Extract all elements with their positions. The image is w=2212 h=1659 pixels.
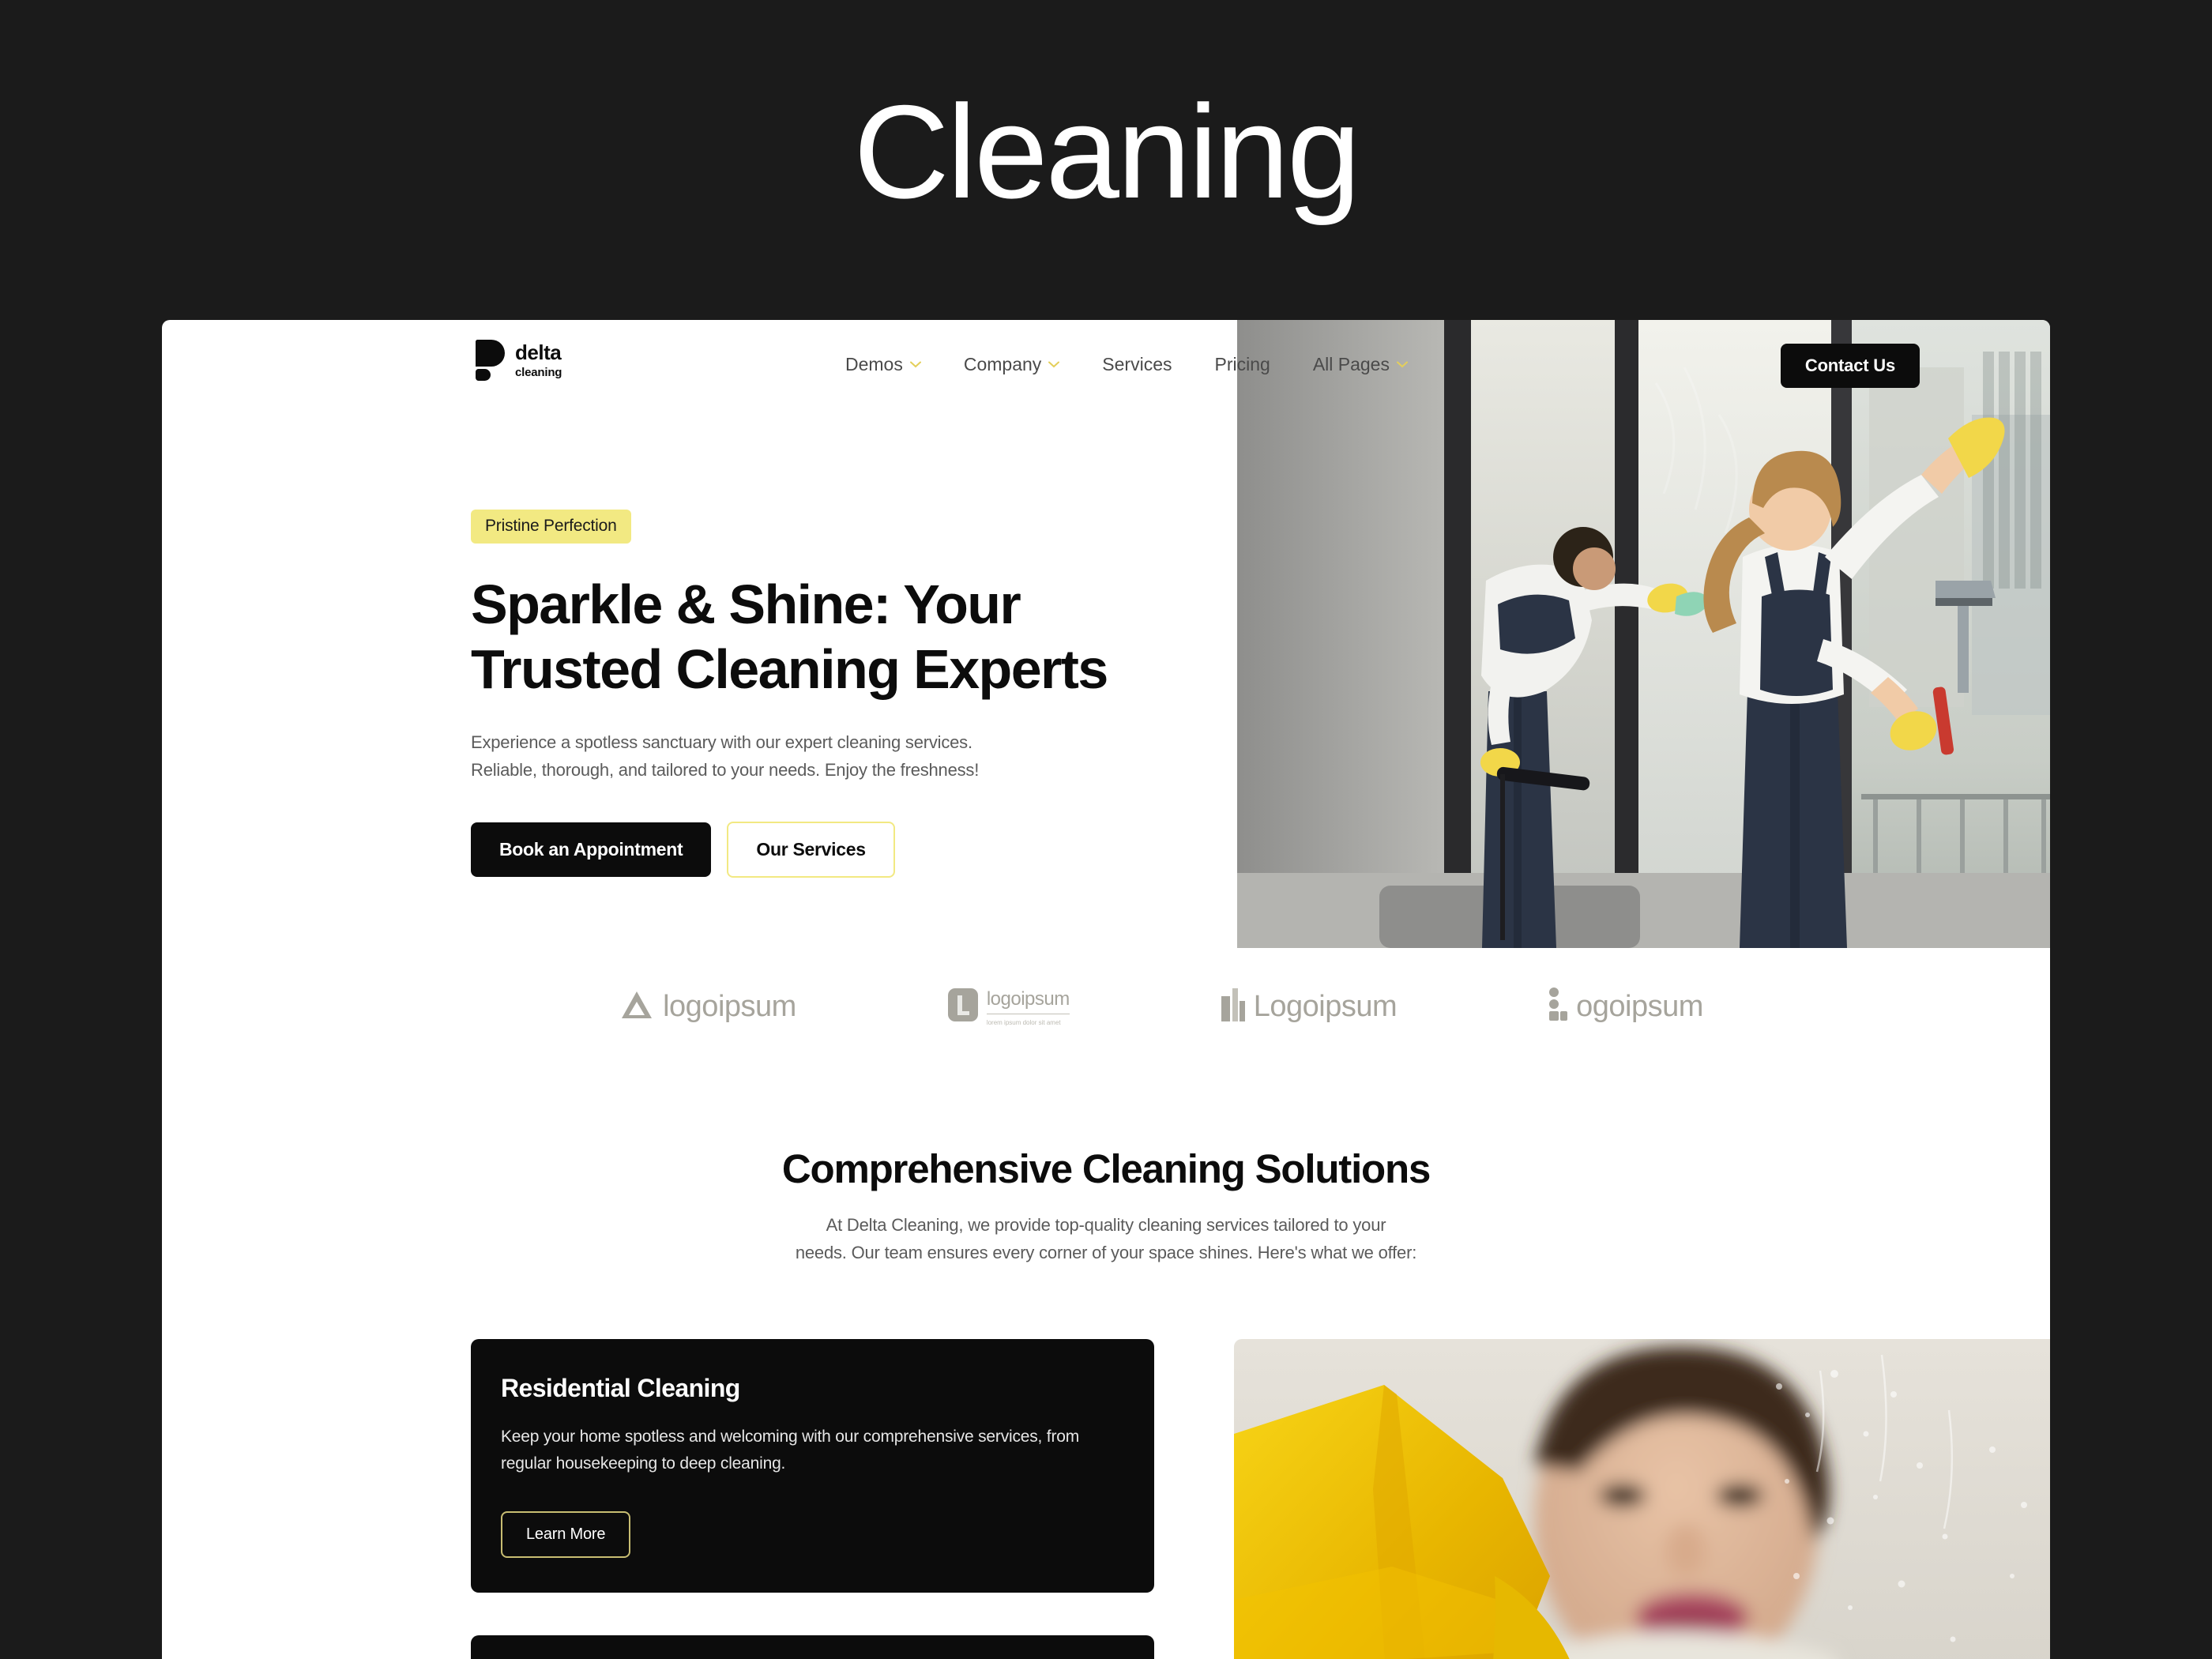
book-appointment-button[interactable]: Book an Appointment	[471, 822, 712, 878]
hero-heading-line-2: Trusted Cleaning Experts	[471, 638, 1108, 700]
screenshot-canvas: Cleaning delta cleaning Demos Company Se…	[0, 0, 2212, 1659]
service-card-residential[interactable]: Residential Cleaning Keep your home spot…	[471, 1339, 1154, 1593]
hero-heading-line-1: Sparkle & Shine: Your	[471, 574, 1021, 635]
service-card-text: Keep your home spotless and welcoming wi…	[501, 1428, 1080, 1473]
brand-name: delta	[515, 340, 562, 364]
nav-item-services[interactable]: Services	[1081, 354, 1193, 375]
hero-actions: Book an Appointment Our Services	[471, 822, 1182, 878]
page-title: Cleaning	[853, 77, 1360, 226]
services-section-title: Comprehensive Cleaning Solutions	[781, 1146, 1431, 1191]
chevron-down-icon	[909, 361, 921, 368]
chevron-down-icon	[1396, 361, 1408, 368]
client-logo-sublabel: lorem ipsum dolor sit amet	[986, 1018, 1061, 1026]
services-section-subtitle: At Delta Cleaning, we provide top-qualit…	[162, 1211, 2050, 1266]
learn-more-button[interactable]: Learn More	[501, 1511, 631, 1559]
client-logo-strip: logoipsum logoipsum lorem ipsum dolor si…	[162, 988, 2050, 1026]
hero-heading: Sparkle & Shine: Your Trusted Cleaning E…	[471, 573, 1182, 702]
client-logo-label: logoipsum	[663, 990, 796, 1023]
client-logo-1: logoipsum	[619, 989, 796, 1025]
nav-item-label: All Pages	[1312, 354, 1390, 374]
hero-paragraph: Experience a spotless sanctuary with our…	[471, 732, 980, 780]
nav-item-demos[interactable]: Demos	[824, 354, 942, 375]
client-logo-3: Logoipsum	[1221, 988, 1398, 1025]
contact-us-button[interactable]: Contact Us	[1780, 344, 1920, 388]
bar-chart-icon	[1221, 988, 1245, 1025]
site-header: delta cleaning Demos Company Services Pr…	[162, 320, 2050, 399]
hero-badge: Pristine Perfection	[471, 510, 631, 544]
services-subtitle-line-2: needs. Our team ensures every corner of …	[795, 1243, 1417, 1263]
nav-item-label: Pricing	[1214, 354, 1270, 374]
service-card-next[interactable]	[471, 1635, 1154, 1659]
brand-tagline: cleaning	[515, 366, 562, 379]
client-logo-label: Logoipsum	[1253, 990, 1398, 1023]
rounded-square-l-icon	[947, 988, 978, 1025]
main-navigation: Demos Company Services Pricing All Pages	[824, 354, 1429, 375]
hero-image	[1237, 320, 2050, 948]
nav-item-label: Services	[1102, 354, 1172, 374]
chevron-down-icon	[1048, 361, 1060, 368]
nav-item-company[interactable]: Company	[942, 354, 1081, 375]
nav-item-label: Demos	[845, 354, 903, 374]
delta-blob-logo-icon	[471, 340, 505, 381]
client-logo-label: logoipsum	[986, 988, 1070, 1010]
brand-logo[interactable]: delta cleaning	[471, 340, 562, 381]
nav-item-all-pages[interactable]: All Pages	[1292, 354, 1429, 375]
nav-item-pricing[interactable]: Pricing	[1194, 354, 1292, 375]
client-logo-4: ogoipsum	[1548, 988, 1703, 1026]
service-card-title: Residential Cleaning	[501, 1374, 740, 1402]
services-subtitle-line-1: At Delta Cleaning, we provide top-qualit…	[826, 1215, 1386, 1235]
website-preview-panel: delta cleaning Demos Company Services Pr…	[162, 320, 2050, 1659]
hero-section: Pristine Perfection Sparkle & Shine: You…	[471, 510, 1182, 878]
client-logo-label: ogoipsum	[1576, 990, 1703, 1023]
dot-blocks-l-icon	[1548, 988, 1568, 1026]
services-image	[1234, 1339, 2050, 1659]
client-logo-2: logoipsum lorem ipsum dolor sit amet	[947, 988, 1070, 1026]
nav-item-label: Company	[963, 354, 1042, 374]
triangle-outline-icon	[619, 989, 654, 1025]
our-services-button[interactable]: Our Services	[727, 822, 895, 878]
